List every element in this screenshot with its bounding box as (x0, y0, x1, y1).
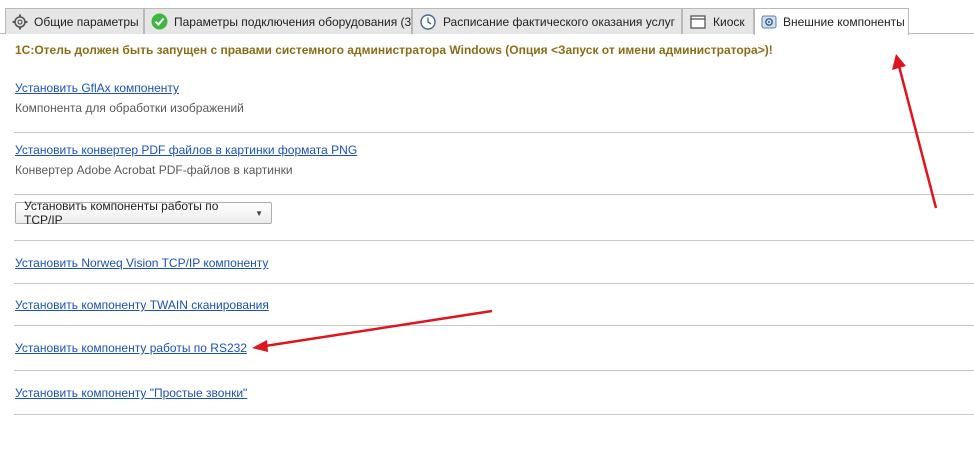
tab-equipment-connection[interactable]: Параметры подключения оборудования (3) (144, 8, 416, 34)
tab-general-settings[interactable]: Общие параметры (5, 8, 144, 34)
check-circle-icon (151, 13, 168, 31)
install-simple-calls-link[interactable]: Установить компоненту "Простые звонки" (15, 386, 247, 400)
external-components-panel: 1С:Отель должен быть запущен с правами с… (0, 34, 974, 468)
window-icon (689, 13, 707, 31)
install-rs232-link[interactable]: Установить компоненту работы по RS232 (15, 341, 247, 355)
install-pdf-converter-link[interactable]: Установить конвертер PDF файлов в картин… (15, 143, 357, 157)
tab-external-components[interactable]: Внешние компоненты (754, 8, 909, 35)
tab-label: Расписание фактического оказания услуг (442, 14, 675, 29)
tab-label: Общие параметры (34, 14, 139, 29)
divider (14, 414, 974, 415)
components-icon (761, 13, 777, 31)
install-twain-link[interactable]: Установить компоненту TWAIN сканирования (15, 298, 269, 312)
tab-bar: Общие параметры Параметры подключения об… (0, 0, 974, 35)
divider (14, 283, 974, 284)
install-tcpip-components-dropdown[interactable]: Установить компоненты работы по TCP/IP ▼ (15, 199, 272, 227)
gear-icon (12, 13, 28, 31)
divider (14, 240, 974, 241)
tab-label: Параметры подключения оборудования (3) (174, 14, 416, 29)
divider (14, 325, 974, 326)
dropdown-label: Установить компоненты работы по TCP/IP (24, 199, 219, 227)
admin-warning: 1С:Отель должен быть запущен с правами с… (15, 43, 773, 57)
chevron-down-icon: ▼ (255, 208, 263, 218)
pdf-converter-description: Конвертер Adobe Acrobat PDF-файлов в кар… (15, 163, 293, 177)
install-gflax-link[interactable]: Установить GflAx компоненту (15, 81, 179, 95)
divider (14, 194, 974, 195)
clock-icon (419, 13, 437, 31)
divider (14, 132, 974, 133)
divider (14, 370, 974, 371)
tab-service-schedule[interactable]: Расписание фактического оказания услуг (412, 8, 682, 34)
install-norweq-vision-link[interactable]: Установить Norweq Vision TCP/IP компонен… (15, 256, 268, 270)
tab-label: Киоск (713, 14, 745, 29)
tab-kiosk[interactable]: Киоск (682, 8, 754, 34)
tab-label: Внешние компоненты (783, 15, 905, 29)
gflax-description: Компонента для обработки изображений (15, 101, 244, 115)
